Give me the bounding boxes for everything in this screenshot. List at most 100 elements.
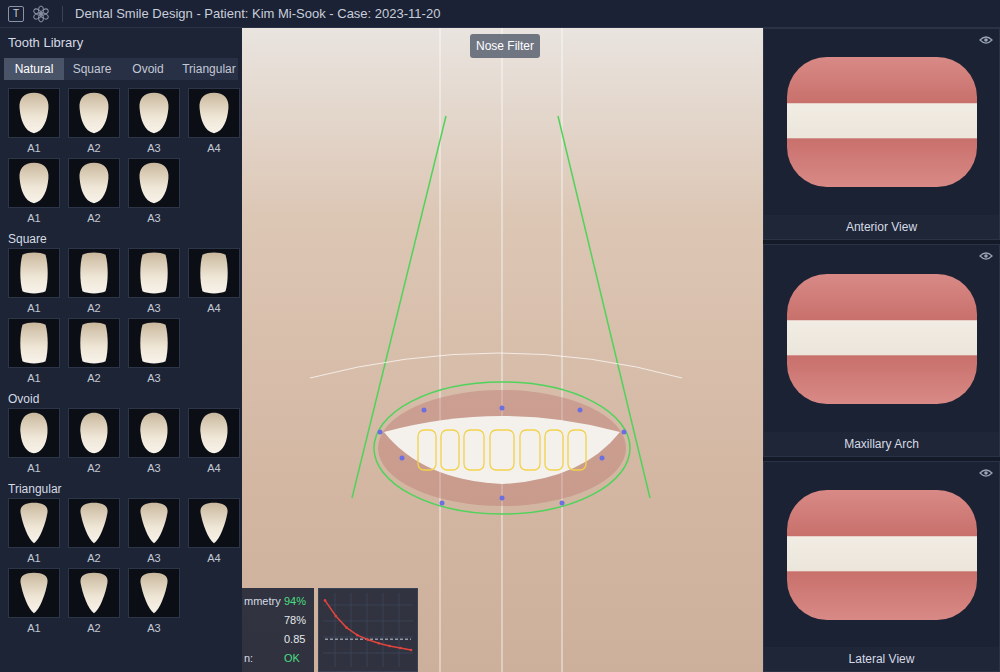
tooth-label: A1: [27, 619, 40, 637]
app-window: T Dental Smile Design - Patient: Kim Mi-S…: [0, 0, 1000, 672]
tooth-tile[interactable]: A4: [188, 408, 240, 478]
tooth-tile[interactable]: A2: [68, 158, 120, 228]
tooth-tile[interactable]: A2: [68, 88, 120, 158]
view-render: [764, 245, 999, 432]
tooth-tile[interactable]: A1: [8, 248, 60, 318]
logo-icon[interactable]: [32, 5, 50, 23]
decay-chart: [318, 588, 418, 672]
tooth-thumb[interactable]: [128, 248, 180, 298]
tooth-thumb[interactable]: [8, 568, 60, 618]
tooth-thumb[interactable]: [8, 158, 60, 208]
tooth-group: A1A2A3A4A1A2A3: [0, 88, 242, 228]
tooth-tile[interactable]: A3: [128, 318, 180, 388]
tooth-tile[interactable]: A3: [128, 498, 180, 568]
tooth-label: A2: [87, 299, 100, 317]
tooth-label: A1: [27, 459, 40, 477]
tooth-tile[interactable]: A1: [8, 408, 60, 478]
tooth-icon: [189, 408, 239, 458]
model-render: [787, 490, 977, 620]
tooth-thumb[interactable]: [8, 88, 60, 138]
tooth-icon: [129, 248, 179, 298]
tooth-tile[interactable]: A4: [188, 248, 240, 318]
tooth-thumb[interactable]: [188, 408, 240, 458]
tooth-thumb[interactable]: [68, 408, 120, 458]
tooth-thumb[interactable]: [128, 408, 180, 458]
tooth-thumb[interactable]: [68, 248, 120, 298]
view-label: Maxillary Arch: [764, 432, 999, 456]
tooth-thumb[interactable]: [68, 158, 120, 208]
tooth-thumb[interactable]: [188, 498, 240, 548]
tooth-icon: [9, 318, 59, 368]
design-canvas[interactable]: Nose Filtermmetry94%78%0.85n:OK: [242, 28, 763, 672]
tooth-label: A2: [87, 619, 100, 637]
eye-icon[interactable]: [979, 35, 993, 45]
group-title: Triangular: [0, 480, 242, 498]
tooth-thumb[interactable]: [68, 88, 120, 138]
view-card[interactable]: Maxillary Arch: [763, 244, 1000, 457]
tooth-icon: [69, 498, 119, 548]
tooth-thumb[interactable]: [68, 568, 120, 618]
tooth-thumb[interactable]: [128, 568, 180, 618]
filter-badge[interactable]: Nose Filter: [470, 34, 540, 58]
tooth-icon: [69, 248, 119, 298]
tooth-label: A2: [87, 549, 100, 567]
series-point: [410, 649, 413, 652]
tooth-thumb[interactable]: [8, 318, 60, 368]
tooth-thumb[interactable]: [8, 248, 60, 298]
tooth-tile[interactable]: A2: [68, 498, 120, 568]
tooth-icon: [129, 568, 179, 618]
tooth-icon: [9, 88, 59, 138]
tooth-label: A4: [207, 299, 220, 317]
tooth-icon: [9, 498, 59, 548]
tooth-thumb[interactable]: [128, 88, 180, 138]
tooth-tile[interactable]: A3: [128, 88, 180, 158]
library-tabs: NaturalSquareOvoidTriangular: [4, 58, 238, 80]
series-point: [335, 615, 338, 618]
eye-icon[interactable]: [979, 251, 993, 261]
tooth-tile[interactable]: A3: [128, 248, 180, 318]
tooth-tile[interactable]: A2: [68, 248, 120, 318]
tooth-tile[interactable]: A4: [188, 88, 240, 158]
tooth-thumb[interactable]: [128, 158, 180, 208]
library-tab[interactable]: Square: [64, 58, 120, 80]
tooth-label: A4: [207, 549, 220, 567]
tooth-label: A1: [27, 549, 40, 567]
guide-overlay: [242, 28, 763, 672]
tooth-row: A1 A2 A3 A4: [0, 498, 242, 568]
tooth-tile[interactable]: A2: [68, 408, 120, 478]
tooth-tile[interactable]: A1: [8, 88, 60, 158]
tooth-tile[interactable]: A4: [188, 498, 240, 568]
tooth-tile[interactable]: A1: [8, 158, 60, 228]
tooth-thumb[interactable]: [128, 318, 180, 368]
tooth-tile[interactable]: A1: [8, 498, 60, 568]
library-tab[interactable]: Triangular: [176, 58, 238, 80]
tooth-thumb[interactable]: [68, 498, 120, 548]
tooth-tile[interactable]: A3: [128, 568, 180, 638]
tooth-tile[interactable]: A2: [68, 318, 120, 388]
view-card[interactable]: Lateral View: [763, 461, 1000, 672]
tooth-row: A1 A2A3 A4: [0, 408, 242, 478]
tooth-tile[interactable]: A3: [128, 408, 180, 478]
tooth-tile[interactable]: A3: [128, 158, 180, 228]
tooth-label: A3: [147, 619, 160, 637]
tooth-label: A4: [207, 459, 220, 477]
tooth-thumb[interactable]: [8, 408, 60, 458]
tooth-thumb[interactable]: [188, 248, 240, 298]
metric-row: 78%: [244, 613, 314, 629]
tooth-label: A3: [147, 209, 160, 227]
tooth-thumb[interactable]: [8, 498, 60, 548]
tooth-thumb[interactable]: [68, 318, 120, 368]
tooth-thumb[interactable]: [188, 88, 240, 138]
tooth-tile[interactable]: A1: [8, 318, 60, 388]
window-title: Dental Smile Design - Patient: Kim Mi-So…: [75, 4, 440, 24]
view-card[interactable]: Anterior View: [763, 28, 1000, 240]
library-tab[interactable]: Natural: [4, 58, 64, 80]
tooth-thumb[interactable]: [128, 498, 180, 548]
text-tool-icon[interactable]: T: [8, 6, 24, 22]
tooth-tile[interactable]: A1: [8, 568, 60, 638]
tooth-tile[interactable]: A2: [68, 568, 120, 638]
series-point: [378, 642, 381, 645]
library-tab[interactable]: Ovoid: [120, 58, 176, 80]
tooth-label: A1: [27, 139, 40, 157]
eye-icon[interactable]: [979, 468, 993, 478]
